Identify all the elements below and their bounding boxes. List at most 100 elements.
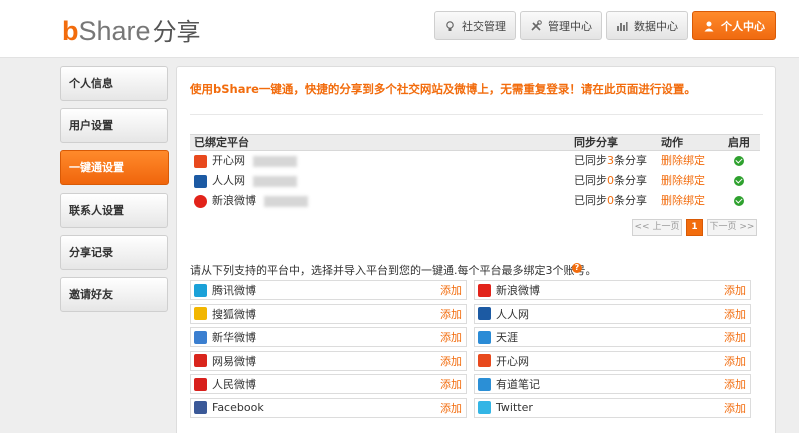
kaixin-icon — [194, 154, 207, 168]
add-platform-link[interactable]: 添加 — [724, 376, 746, 392]
account-name-blurred — [253, 175, 297, 187]
sidebar-item-label: 分享记录 — [69, 246, 113, 259]
table-row: 开心网 已同步3条分享 删除绑定 — [190, 151, 760, 171]
enabled-check-icon[interactable] — [734, 196, 744, 206]
platform-name: 新华微博 — [212, 331, 256, 344]
nav-personal-center-button[interactable]: 个人中心 — [692, 11, 776, 40]
available-platform-item: 人民微博 添加 — [190, 374, 467, 394]
platform-name: 新浪微博 — [212, 194, 256, 207]
add-platform-link[interactable]: 添加 — [440, 376, 462, 392]
sync-count: 0 — [607, 194, 614, 207]
notice-text: 使用bShare一键通，快捷的分享到多个社交网站及微博上，无需重复登录！请在此页… — [190, 82, 696, 96]
add-platform-link[interactable]: 添加 — [724, 329, 746, 345]
add-platform-link[interactable]: 添加 — [724, 306, 746, 322]
platform-name: 人人网 — [496, 307, 529, 321]
sync-count-cell: 已同步3条分享 — [574, 151, 647, 171]
help-icon[interactable]: ? — [572, 263, 582, 273]
add-platform-link[interactable]: 添加 — [724, 282, 746, 298]
available-platform-item: Twitter 添加 — [474, 397, 751, 418]
remove-binding-link[interactable]: 删除绑定 — [661, 191, 705, 211]
logo-b: b — [62, 16, 79, 46]
remove-binding-link[interactable]: 删除绑定 — [661, 151, 705, 171]
sidebar-item-invite-friends[interactable]: 邀请好友 — [60, 277, 168, 312]
sidebar-item-one-click-settings[interactable]: 一键通设置 — [60, 150, 169, 185]
available-platform-item: 开心网 添加 — [474, 350, 751, 371]
tianya-icon — [478, 330, 491, 344]
platform-cell: 开心网 — [194, 151, 297, 171]
tools-icon — [530, 19, 542, 32]
user-icon — [703, 20, 715, 32]
add-platform-link[interactable]: 添加 — [440, 282, 462, 298]
sidebar-item-share-history[interactable]: 分享记录 — [60, 235, 168, 270]
available-platform-item: 新浪微博 添加 — [474, 280, 751, 300]
platform-name: 人民微博 — [212, 378, 256, 391]
sync-prefix: 已同步 — [574, 154, 607, 167]
col-platform: 已绑定平台 — [194, 136, 249, 149]
add-platform-link[interactable]: 添加 — [724, 353, 746, 369]
sidebar-item-label: 一键通设置 — [69, 161, 124, 174]
bound-platforms-table: 已绑定平台 同步分享 动作 启用 开心网 已同步3条分享 删除绑定 人人网 已同… — [190, 134, 760, 211]
sync-count-cell: 已同步0条分享 — [574, 171, 647, 191]
sidebar-item-user-settings[interactable]: 用户设置 — [60, 108, 168, 143]
prev-page-button[interactable]: << 上一页 — [632, 219, 682, 236]
xinhua-weibo-icon — [194, 330, 207, 344]
platform-name: 有道笔记 — [496, 378, 540, 391]
available-platform-item: 网易微博 添加 — [190, 350, 467, 371]
platform-name: 网易微博 — [212, 354, 256, 368]
bshare-logo[interactable]: b Share 分享 — [62, 12, 201, 46]
divider — [190, 114, 763, 115]
remove-binding-link[interactable]: 删除绑定 — [661, 171, 705, 191]
account-name-blurred — [264, 195, 308, 207]
available-platform-item: 有道笔记 添加 — [474, 374, 751, 394]
enabled-check-icon[interactable] — [734, 156, 744, 166]
platform-name: 腾讯微博 — [212, 284, 256, 297]
platform-name: 开心网 — [212, 154, 245, 167]
add-platform-link[interactable]: 添加 — [440, 400, 462, 416]
add-platform-link[interactable]: 添加 — [440, 353, 462, 369]
sidebar-item-contact-settings[interactable]: 联系人设置 — [60, 193, 168, 228]
tencent-weibo-icon — [194, 283, 207, 297]
platform-name: 搜狐微博 — [212, 307, 256, 321]
table-row: 新浪微博 已同步0条分享 删除绑定 — [190, 191, 760, 211]
account-name-blurred — [253, 155, 297, 167]
platform-cell: 人人网 — [194, 171, 297, 191]
sync-prefix: 已同步 — [574, 174, 607, 187]
netease-weibo-icon — [194, 354, 207, 367]
sidebar-item-personal-info[interactable]: 个人信息 — [60, 66, 168, 101]
add-platform-link[interactable]: 添加 — [440, 306, 462, 322]
available-platform-item: Facebook 添加 — [190, 397, 467, 418]
col-enabled: 启用 — [728, 136, 750, 149]
logo-share: Share — [78, 16, 151, 46]
chart-icon — [616, 20, 628, 32]
twitter-icon — [478, 401, 491, 414]
nav-personal-center-label: 个人中心 — [721, 19, 765, 33]
add-platform-link[interactable]: 添加 — [724, 400, 746, 416]
nav-admin-center-button[interactable]: 管理中心 — [520, 11, 602, 40]
enabled-check-icon[interactable] — [734, 176, 744, 186]
current-page[interactable]: 1 — [686, 219, 703, 236]
nav-data-center-button[interactable]: 数据中心 — [606, 11, 688, 40]
renren-icon — [194, 174, 207, 188]
header: b Share 分享 社交管理 管理中心 数据中心 个人中心 — [0, 0, 799, 58]
table-row: 人人网 已同步0条分享 删除绑定 — [190, 171, 760, 191]
platform-cell: 新浪微博 — [194, 191, 308, 211]
renren-icon — [478, 307, 491, 320]
platform-name: 新浪微博 — [496, 284, 540, 297]
next-page-button[interactable]: 下一页 >> — [707, 219, 757, 236]
sync-suffix: 条分享 — [614, 154, 647, 167]
col-sync: 同步分享 — [574, 136, 618, 149]
col-action: 动作 — [661, 136, 683, 149]
nav-data-center-label: 数据中心 — [634, 19, 678, 33]
sidebar-item-label: 邀请好友 — [69, 288, 113, 301]
platform-name: Facebook — [212, 401, 264, 414]
sidebar-item-label: 联系人设置 — [69, 204, 124, 217]
people-weibo-icon — [194, 377, 207, 391]
available-platform-item: 腾讯微博 添加 — [190, 280, 467, 300]
kaixin-icon — [478, 354, 491, 367]
nav-social-manage-button[interactable]: 社交管理 — [434, 11, 516, 40]
add-platform-link[interactable]: 添加 — [440, 329, 462, 345]
sync-suffix: 条分享 — [614, 194, 647, 207]
available-platform-item: 人人网 添加 — [474, 303, 751, 324]
platform-name: 人人网 — [212, 174, 245, 187]
sidebar-item-label: 个人信息 — [69, 77, 113, 90]
